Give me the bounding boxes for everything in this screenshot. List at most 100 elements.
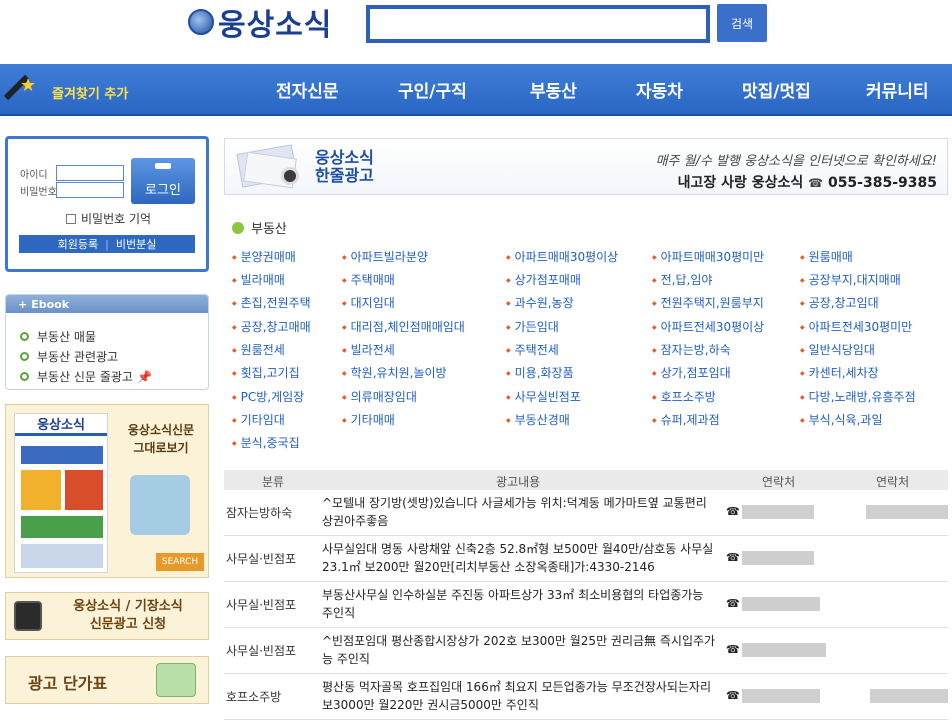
- nav-item-cars[interactable]: 자동차: [636, 64, 683, 114]
- section-title-label: 부동산: [251, 222, 287, 237]
- category-link[interactable]: 잠자는방,하숙: [652, 341, 731, 358]
- category-link[interactable]: 주택전세: [506, 341, 559, 358]
- category-link[interactable]: 횟집,고기집: [232, 364, 300, 381]
- category-link[interactable]: 빌라전세: [342, 341, 395, 358]
- nav-item-community[interactable]: 커뮤니티: [866, 64, 929, 114]
- category-link[interactable]: 가든임대: [506, 318, 559, 335]
- category-link[interactable]: 다방,노래방,유흥주점: [800, 388, 916, 405]
- category-link[interactable]: 상가,점포임대: [652, 364, 731, 381]
- category-link[interactable]: 사무실빈점포: [506, 388, 581, 405]
- category-link[interactable]: 기타매매: [342, 411, 395, 428]
- row-contact-masked: [742, 597, 820, 611]
- tv-icon: [14, 601, 42, 631]
- category-link[interactable]: 대리점,체인점매매임대: [342, 318, 465, 335]
- find-password-link[interactable]: 비번분실: [116, 236, 156, 252]
- category-link[interactable]: 공장,창고매매: [232, 318, 311, 335]
- bullet-icon: [20, 332, 29, 341]
- ebook-item-label: 부동산 관련광고: [37, 350, 119, 364]
- ebook-title: Ebook: [31, 297, 70, 311]
- remember-password-checkbox[interactable]: 비밀번호 기억: [66, 210, 151, 227]
- nav-item-e-newspaper[interactable]: 전자신문: [276, 64, 339, 114]
- newspaper-thumbnail: 웅상소식: [14, 413, 108, 573]
- ebook-box: + Ebook 부동산 매물 부동산 관련광고 부동산 신문 줄광고 📌: [5, 294, 209, 390]
- table-row[interactable]: 사무실·빈점포 사무실임대 명동 사랑채앞 신축2층 52.8㎡형 보500만 …: [224, 536, 948, 582]
- row-content: ^빈점포임대 평산종합시장상가 202호 보300만 월25만 권리금無 즉시입…: [322, 634, 716, 666]
- category-link[interactable]: 전,답,임야: [652, 271, 713, 288]
- row-category: 사무실·빈점포: [226, 644, 297, 658]
- category-link[interactable]: 공장부지,대지매매: [800, 271, 901, 288]
- table-row[interactable]: 잠자는방하숙 ^모텔내 장기방(셋방)있습니다 사글세가능 위치:덕계동 메가마…: [224, 490, 948, 536]
- category-link[interactable]: 학원,유치원,놀이방: [342, 364, 447, 381]
- ad-price-banner[interactable]: 광고 단가표: [5, 656, 209, 704]
- row-contact-2-masked: [870, 689, 948, 703]
- category-link[interactable]: 촌집,전원주택: [232, 294, 311, 311]
- category-link[interactable]: 호프소주방: [652, 388, 716, 405]
- row-contact-masked: [742, 505, 814, 519]
- search-box[interactable]: [366, 5, 710, 43]
- category-link[interactable]: 과수원,농장: [506, 294, 574, 311]
- category-link[interactable]: 원룸전세: [232, 341, 285, 358]
- search-tag[interactable]: SEARCH: [156, 553, 204, 571]
- category-link[interactable]: 아파트매매30평미만: [652, 248, 765, 265]
- category-link[interactable]: 아파트전세30평미만: [800, 318, 913, 335]
- category-link[interactable]: 아파트매매30평이상: [506, 248, 619, 265]
- category-link[interactable]: 카센터,세차장: [800, 364, 879, 381]
- pin-icon: 📌: [136, 369, 152, 384]
- row-contact-2-masked: [866, 505, 948, 519]
- category-link[interactable]: 아파트빌라분양: [342, 248, 428, 265]
- login-button[interactable]: 로그인: [131, 158, 195, 204]
- ebook-item-listings[interactable]: 부동산 매물: [20, 328, 96, 345]
- column-header-content: 광고내용: [496, 475, 541, 489]
- category-link[interactable]: 공장,창고임대: [800, 294, 879, 311]
- category-link[interactable]: 대지임대: [342, 294, 395, 311]
- category-link[interactable]: 주택매매: [342, 271, 395, 288]
- newspaper-viewer-banner[interactable]: 웅상소식 웅상소식신문 그대로보기 SEARCH: [5, 404, 209, 578]
- nav-item-real-estate[interactable]: 부동산: [530, 64, 577, 114]
- category-link[interactable]: 전원주택지,원룸부지: [652, 294, 764, 311]
- password-label: 비밀번호: [20, 187, 57, 198]
- register-link[interactable]: 회원등록: [58, 236, 98, 252]
- category-link[interactable]: PC방,게임장: [232, 388, 305, 405]
- category-link[interactable]: 기타임대: [232, 411, 285, 428]
- ad-apply-banner[interactable]: 웅상소식 / 기장소식 신문광고 신청: [5, 592, 209, 640]
- table-row[interactable]: 사무실·빈점포 부동산사무실 인수하실분 주진동 아파트상가 33㎡ 최소비용협…: [224, 582, 948, 628]
- category-link[interactable]: 빌라매매: [232, 271, 285, 288]
- table-row[interactable]: 사무실·빈점포 ^빈점포임대 평산종합시장상가 202호 보300만 월25만 …: [224, 628, 948, 674]
- search-input[interactable]: [370, 9, 706, 39]
- category-link[interactable]: 일반식당임대: [800, 341, 875, 358]
- green-dot-icon: [232, 221, 244, 234]
- remember-password-label: 비밀번호 기억: [81, 212, 152, 226]
- category-link[interactable]: 부동산경매: [506, 411, 570, 428]
- search-tag-label: SEARCH: [161, 557, 199, 567]
- row-contact-masked: [742, 551, 814, 565]
- nav-item-restaurants[interactable]: 맛집/멋집: [742, 64, 811, 114]
- category-link[interactable]: 의류매장임대: [342, 388, 417, 405]
- category-link[interactable]: 아파트전세30평이상: [652, 318, 765, 335]
- table-row[interactable]: 호프소주방 평산동 먹자골목 호프집임대 166㎡ 최요지 모든업종가능 무조건…: [224, 674, 948, 720]
- globe-icon: [188, 9, 214, 35]
- add-favorite-button[interactable]: ★ 즐겨찾기 추가: [3, 72, 128, 112]
- id-input[interactable]: [56, 165, 124, 181]
- category-link[interactable]: 슈퍼,제과점: [652, 411, 720, 428]
- ebook-header: + Ebook: [6, 295, 208, 313]
- category-link[interactable]: 미용,화장품: [506, 364, 574, 381]
- column-header-contact: 연락처: [762, 475, 796, 489]
- nav-item-jobs[interactable]: 구인/구직: [398, 64, 467, 114]
- password-input[interactable]: [56, 182, 124, 198]
- category-link[interactable]: 상가점포매매: [506, 271, 581, 288]
- line-ad-phone: 055-385-9385: [827, 175, 937, 191]
- ebook-item-line-ads[interactable]: 부동산 신문 줄광고 📌: [20, 368, 152, 385]
- category-link[interactable]: 분양권매매: [232, 248, 296, 265]
- category-link[interactable]: 분식,중국집: [232, 434, 300, 451]
- phone-icon: ☎: [726, 505, 740, 518]
- id-label: 아이디: [20, 170, 48, 181]
- row-category: 사무실·빈점포: [226, 552, 297, 566]
- search-button[interactable]: 검색: [717, 4, 767, 42]
- login-button-label: 로그인: [145, 183, 181, 198]
- row-content: 평산동 먹자골목 호프집임대 166㎡ 최요지 모든업종가능 무조건장사되는자리…: [322, 680, 711, 712]
- category-link[interactable]: 부식,식육,과일: [800, 411, 883, 428]
- site-logo[interactable]: 웅상소식: [188, 4, 332, 43]
- category-link[interactable]: 원룸매매: [800, 248, 853, 265]
- line-ad-contact: 내고장 사랑 웅상소식 ☎ 055-385-9385: [678, 172, 937, 192]
- ebook-item-ads[interactable]: 부동산 관련광고: [20, 348, 118, 365]
